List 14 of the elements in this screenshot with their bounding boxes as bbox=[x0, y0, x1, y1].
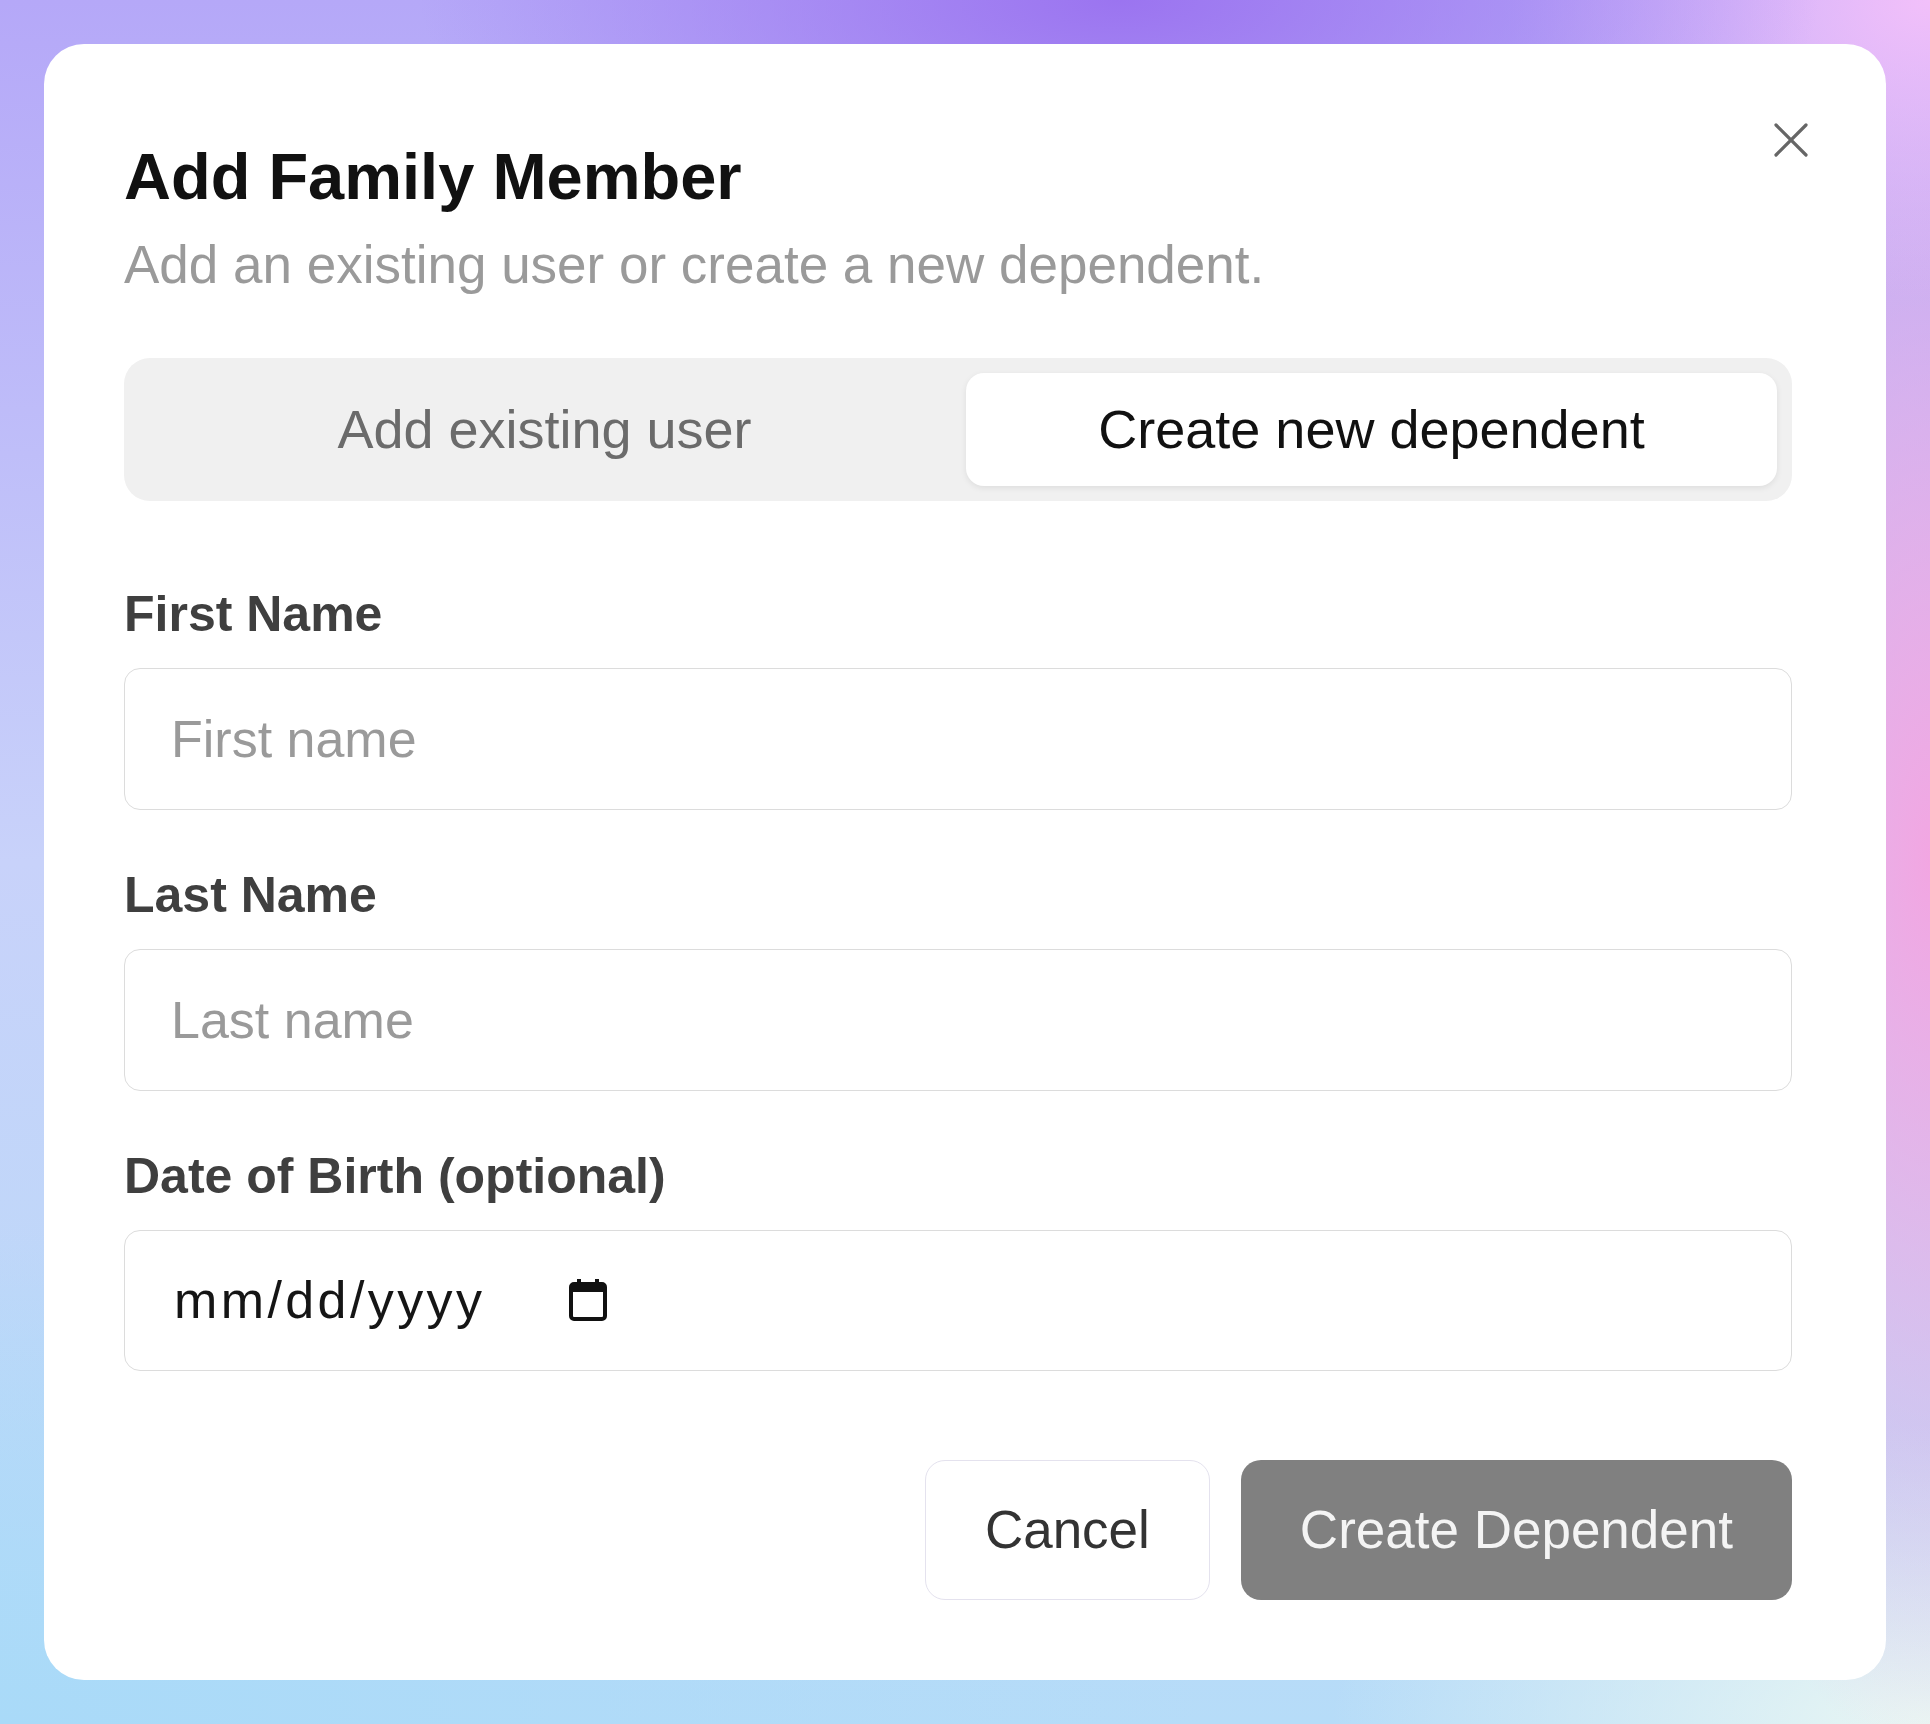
tab[interactable]: Add existing user bbox=[139, 372, 950, 486]
field-label: First Name bbox=[124, 584, 383, 644]
dialog-subtitle: Add an existing user or create a new dependent. bbox=[124, 234, 1265, 296]
dialog-title: Add Family Member bbox=[124, 139, 742, 215]
date-field[interactable]: mm/dd/yyyy bbox=[124, 1229, 1792, 1371]
close-icon bbox=[1774, 123, 1808, 157]
tab[interactable]: Create new dependent bbox=[966, 372, 1777, 486]
field-label: Last Name bbox=[124, 865, 377, 925]
cancel-button[interactable]: Cancel bbox=[924, 1459, 1210, 1600]
text-field[interactable]: First name bbox=[124, 667, 1792, 810]
text-field[interactable]: Last name bbox=[124, 948, 1792, 1091]
close-button[interactable] bbox=[1774, 123, 1808, 157]
calendar-icon bbox=[569, 1279, 608, 1322]
field-label: Date of Birth (optional) bbox=[124, 1146, 666, 1206]
